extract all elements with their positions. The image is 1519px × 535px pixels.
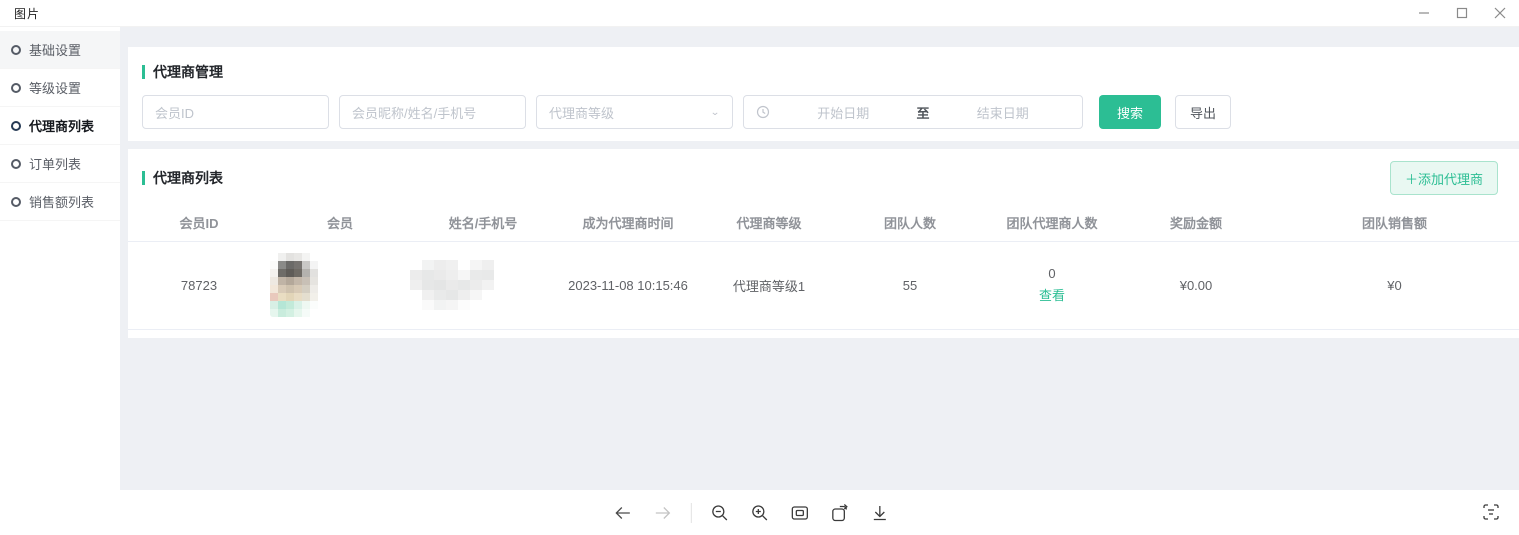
search-button[interactable]: 搜索 xyxy=(1099,95,1161,129)
col-team-count: 团队人数 xyxy=(838,205,982,241)
agent-table: 会员ID 会员 姓名/手机号 成为代理商时间 代理商等级 团队人数 团队代理商人… xyxy=(128,205,1519,330)
save-button[interactable] xyxy=(863,497,895,529)
export-button[interactable]: 导出 xyxy=(1175,95,1231,129)
table-card-header: 代理商列表 ＋添加代理商 xyxy=(128,161,1519,195)
cell-team-sales: ¥0 xyxy=(1270,241,1519,329)
sidebar-item-sales-list[interactable]: 销售额列表 xyxy=(0,183,120,221)
agent-management-card: 代理商管理 会员ID 会员昵称/姓名/手机号 代理商等级 ⌄ xyxy=(128,47,1519,141)
forward-button xyxy=(646,497,678,529)
maximize-icon xyxy=(1456,7,1468,19)
cell-reward-amount: ¥0.00 xyxy=(1122,241,1270,329)
fit-to-window-icon xyxy=(789,503,809,523)
accent-bar xyxy=(142,65,145,79)
sidebar-item-agent-list[interactable]: 代理商列表 xyxy=(0,107,120,145)
col-team-agent-count: 团队代理商人数 xyxy=(982,205,1122,241)
start-date-placeholder[interactable]: 开始日期 xyxy=(776,103,911,122)
col-agent-level: 代理商等级 xyxy=(700,205,838,241)
cell-agent-level: 代理商等级1 xyxy=(700,241,838,329)
sidebar-item-label: 等级设置 xyxy=(29,78,81,97)
col-name-phone: 姓名/手机号 xyxy=(410,205,556,241)
section-title-text: 代理商管理 xyxy=(153,62,223,82)
clock-icon xyxy=(756,105,770,119)
sidebar-item-label: 订单列表 xyxy=(29,154,81,173)
cell-team-count: 55 xyxy=(838,241,982,329)
chevron-down-icon: ⌄ xyxy=(710,106,720,117)
titlebar: 图片 xyxy=(0,0,1519,26)
section-title-agent-list: 代理商列表 xyxy=(142,168,223,188)
toolbar-divider xyxy=(690,503,691,523)
section-title-agent-management: 代理商管理 xyxy=(142,62,1505,82)
date-range-picker[interactable]: 开始日期 至 结束日期 xyxy=(743,95,1083,129)
agent-level-placeholder: 代理商等级 xyxy=(549,103,614,122)
radio-circle-icon xyxy=(11,45,21,55)
window-controls xyxy=(1405,0,1519,26)
minimize-icon xyxy=(1418,7,1430,19)
close-button[interactable] xyxy=(1481,0,1519,26)
col-team-sales: 团队销售额 xyxy=(1270,205,1519,241)
agent-level-select[interactable]: 代理商等级 ⌄ xyxy=(536,95,733,129)
back-arrow-icon xyxy=(612,503,632,523)
toolbar-icon-group xyxy=(606,490,895,535)
forward-arrow-icon xyxy=(652,503,672,523)
sidebar-item-label: 基础设置 xyxy=(29,40,81,59)
add-agent-button[interactable]: ＋添加代理商 xyxy=(1390,161,1498,195)
radio-circle-icon xyxy=(11,197,21,207)
member-id-placeholder: 会员ID xyxy=(155,103,194,122)
zoom-out-icon xyxy=(709,503,729,523)
col-member-id: 会员ID xyxy=(128,205,270,241)
zoom-in-icon xyxy=(749,503,769,523)
sidebar-item-label: 代理商列表 xyxy=(29,116,94,135)
cell-become-time: 2023-11-08 10:15:46 xyxy=(556,241,700,329)
sidebar-item-order-list[interactable]: 订单列表 xyxy=(0,145,120,183)
main-content: 代理商管理 会员ID 会员昵称/姓名/手机号 代理商等级 ⌄ xyxy=(120,27,1519,490)
col-member: 会员 xyxy=(270,205,410,241)
radio-circle-icon xyxy=(11,121,21,131)
cell-member-id: 78723 xyxy=(128,241,270,329)
back-button[interactable] xyxy=(606,497,638,529)
col-reward-amount: 奖励金额 xyxy=(1122,205,1270,241)
nickname-placeholder: 会员昵称/姓名/手机号 xyxy=(352,103,476,122)
sidebar: 基础设置 等级设置 代理商列表 订单列表 销售额列表 xyxy=(0,27,120,490)
photo-viewer-window: 图片 基础设置 等级设置 代理商列表 xyxy=(0,0,1519,535)
download-icon xyxy=(869,503,889,523)
ocr-scan-button[interactable] xyxy=(1475,496,1507,528)
maximize-button[interactable] xyxy=(1443,0,1481,26)
section-title-text: 代理商列表 xyxy=(153,168,223,188)
date-separator: 至 xyxy=(911,103,936,122)
agent-list-card: 代理商列表 ＋添加代理商 会员ID 会员 姓名/手机号 成为代理 xyxy=(128,149,1519,338)
blurred-name xyxy=(410,260,556,310)
minimize-button[interactable] xyxy=(1405,0,1443,26)
window-title: 图片 xyxy=(14,5,40,22)
viewer-toolbar xyxy=(0,490,1519,535)
radio-circle-icon xyxy=(11,159,21,169)
end-date-placeholder[interactable]: 结束日期 xyxy=(936,103,1071,122)
table-header-row: 会员ID 会员 姓名/手机号 成为代理商时间 代理商等级 团队人数 团队代理商人… xyxy=(128,205,1519,241)
cell-name-phone xyxy=(410,241,556,329)
team-agent-count-value: 0 xyxy=(982,266,1122,281)
sidebar-item-level-settings[interactable]: 等级设置 xyxy=(0,69,120,107)
nickname-input[interactable]: 会员昵称/姓名/手机号 xyxy=(339,95,526,129)
cell-team-agent-count: 0 查看 xyxy=(982,241,1122,329)
view-link[interactable]: 查看 xyxy=(1039,285,1065,304)
fit-to-window-button[interactable] xyxy=(783,497,815,529)
cell-member-avatar xyxy=(270,241,410,329)
col-become-time: 成为代理商时间 xyxy=(556,205,700,241)
avatar xyxy=(270,253,410,317)
search-form: 会员ID 会员昵称/姓名/手机号 代理商等级 ⌄ 开始日期 至 xyxy=(142,95,1505,129)
sidebar-item-label: 销售额列表 xyxy=(29,192,94,211)
zoom-in-button[interactable] xyxy=(743,497,775,529)
rotate-icon xyxy=(829,503,849,523)
close-icon xyxy=(1494,7,1506,19)
member-id-input[interactable]: 会员ID xyxy=(142,95,329,129)
radio-circle-icon xyxy=(11,83,21,93)
zoom-out-button[interactable] xyxy=(703,497,735,529)
sidebar-item-basic-settings[interactable]: 基础设置 xyxy=(0,31,120,69)
rotate-button[interactable] xyxy=(823,497,855,529)
admin-app: 基础设置 等级设置 代理商列表 订单列表 销售额列表 xyxy=(0,26,1519,490)
ocr-scan-icon xyxy=(1481,502,1501,522)
table-row: 78723 2023-11-08 10:15:46 代理商等级1 55 xyxy=(128,241,1519,329)
accent-bar xyxy=(142,171,145,185)
